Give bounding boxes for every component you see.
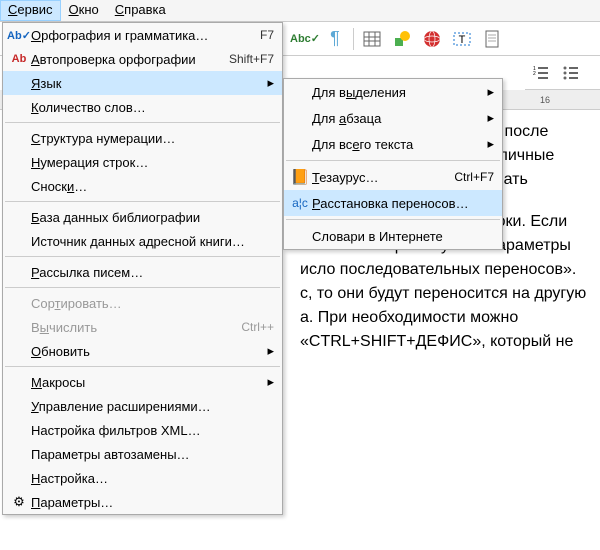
menuitem-autocorrect[interactable]: Параметры автозамены…: [3, 442, 282, 466]
menuitem-wordcount[interactable]: Количество слов…: [3, 95, 282, 119]
submenuitem-for-paragraph[interactable]: Для абзаца ▸: [284, 105, 502, 131]
submenuitem-dictionaries[interactable]: Словари в Интернете: [284, 223, 502, 249]
globe-icon[interactable]: [420, 27, 444, 51]
menubar: Сервис Окно Справка: [0, 0, 600, 22]
doc-line: «CTRL+SHIFT+ДЕФИС», который не: [300, 333, 573, 350]
textbox-icon[interactable]: T: [450, 27, 474, 51]
shortcut: F7: [260, 28, 274, 42]
table-icon[interactable]: [360, 27, 384, 51]
submenuitem-thesaurus[interactable]: 📙 Тезаурус… Ctrl+F7: [284, 164, 502, 190]
shortcut: Ctrl+F7: [454, 170, 494, 184]
chevron-right-icon: ▸: [484, 110, 494, 126]
menu-service[interactable]: Сервис: [0, 0, 61, 21]
shortcut: Shift+F7: [229, 52, 274, 66]
shortcut: Ctrl++: [241, 320, 274, 334]
svg-text:2: 2: [533, 71, 536, 77]
menu-service-dropdown: Ab✓ Орфография и грамматика… F7 Ab Автоп…: [2, 22, 283, 515]
book-icon: 📙: [288, 168, 312, 186]
menuitem-xmlfilter[interactable]: Настройка фильтров XML…: [3, 418, 282, 442]
doc-line: исло последовательных переносов».: [300, 261, 576, 278]
menuitem-biblio[interactable]: База данных библиографии: [3, 205, 282, 229]
menu-help[interactable]: Справка: [107, 0, 174, 21]
list-numbered-icon[interactable]: 12: [529, 61, 553, 85]
chevron-right-icon: ▸: [264, 75, 274, 91]
menuitem-sort: Сортировать…: [3, 291, 282, 315]
chevron-right-icon: ▸: [264, 343, 274, 359]
doc-line: с, то они будут переносится на другую: [300, 285, 586, 302]
spellcheck-icon[interactable]: Abc✓: [293, 27, 317, 51]
list-bullet-icon[interactable]: [559, 61, 583, 85]
chevron-right-icon: ▸: [484, 84, 494, 100]
submenuitem-for-selection[interactable]: Для выделения ▸: [284, 79, 502, 105]
menuitem-addrbook[interactable]: Источник данных адресной книги…: [3, 229, 282, 253]
menuitem-language[interactable]: Язык ▸: [3, 71, 282, 95]
spell-ab-icon: Ab✓: [7, 29, 31, 42]
menuitem-macros[interactable]: Макросы ▸: [3, 370, 282, 394]
menuitem-mailmerge[interactable]: Рассылка писем…: [3, 260, 282, 284]
menuitem-update[interactable]: Обновить ▸: [3, 339, 282, 363]
menuitem-footnotes[interactable]: Сноски…: [3, 174, 282, 198]
submenu-language: Для выделения ▸ Для абзаца ▸ Для всего т…: [283, 78, 503, 250]
page-icon[interactable]: [480, 27, 504, 51]
autospell-icon: Ab: [7, 53, 31, 65]
menuitem-spelling[interactable]: Ab✓ Орфография и грамматика… F7: [3, 23, 282, 47]
svg-text:T: T: [459, 34, 466, 46]
pilcrow-icon[interactable]: ¶: [323, 27, 347, 51]
menuitem-linenum[interactable]: Нумерация строк…: [3, 150, 282, 174]
menuitem-customize[interactable]: Настройка…: [3, 466, 282, 490]
toolbar-row-2: 12: [525, 56, 600, 90]
hyphenation-icon: a¦c: [288, 196, 312, 210]
menuitem-options[interactable]: ⚙ Параметры…: [3, 490, 282, 514]
menuitem-extmgr[interactable]: Управление расширениями…: [3, 394, 282, 418]
chevron-right-icon: ▸: [484, 136, 494, 152]
menu-window[interactable]: Окно: [61, 0, 107, 21]
shapes-icon[interactable]: [390, 27, 414, 51]
chevron-right-icon: ▸: [264, 374, 274, 390]
doc-line: а. При необходимости можно: [300, 309, 518, 326]
menuitem-autospell[interactable]: Ab Автопроверка орфографии Shift+F7: [3, 47, 282, 71]
menuitem-numbering[interactable]: Структура нумерации…: [3, 126, 282, 150]
submenuitem-hyphenation[interactable]: a¦c Расстановка переносов…: [284, 190, 502, 216]
gear-icon: ⚙: [7, 494, 31, 510]
menuitem-calc: Вычислить Ctrl++: [3, 315, 282, 339]
submenuitem-for-all[interactable]: Для всего текста ▸: [284, 131, 502, 157]
ruler-mark-16: 16: [540, 95, 550, 105]
